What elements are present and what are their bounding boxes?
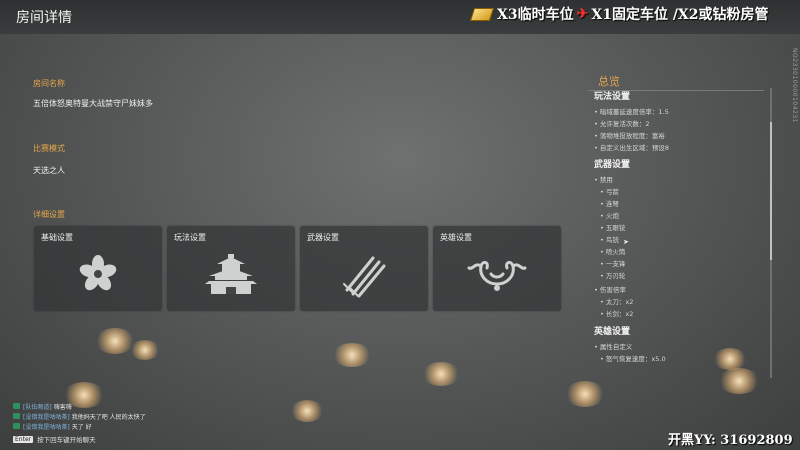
- flower-crest-icon: [79, 255, 117, 291]
- swords-icon: [343, 256, 386, 298]
- card-basic-settings[interactable]: 基础设置: [34, 226, 162, 311]
- play-settings-heading: 玩法设置: [594, 92, 631, 102]
- side-id: NO233010000104231: [791, 48, 798, 123]
- list-item: • 鸟铳: [600, 236, 619, 244]
- lantern-glow: [713, 348, 747, 370]
- lantern-glow: [95, 328, 135, 354]
- lantern-glow: [130, 340, 160, 360]
- weapon-settings-heading: 武器设置: [594, 160, 631, 170]
- gold-bar-icon: [469, 7, 495, 21]
- banner-left-text: X3临时车位: [497, 7, 574, 23]
- chat-badge-icon: [13, 403, 20, 409]
- lantern-glow: [422, 362, 460, 386]
- chat-line: [没错我是咕咕茶] 天了 好: [13, 421, 146, 431]
- chat-input-hint[interactable]: Enter 按下回车键开始聊天: [13, 434, 96, 444]
- list-item: • 万刃轮: [600, 272, 626, 280]
- list-item: • 落物堆投放程度：富裕: [594, 132, 665, 140]
- card-hero-settings[interactable]: 英雄设置: [433, 226, 561, 311]
- lantern-glow: [290, 400, 324, 422]
- chat-badge-icon: [13, 423, 20, 429]
- hero-settings-heading: 英雄设置: [594, 327, 631, 337]
- card-weapon-settings[interactable]: 武器设置: [300, 226, 428, 311]
- card-title: 基础设置: [41, 233, 73, 242]
- chat-log: [队伍频道] 嗨害嗨 [没错我是咕咕茶] 我他妈天了吧 人民的太快了 [没错我是…: [13, 401, 146, 431]
- overview-panel: 总览 玩法设置 • 暗域蔓延速度倍率：1.5 • 允许复活次数：2 • 落物堆投…: [588, 68, 776, 378]
- lantern-glow: [565, 381, 605, 407]
- settings-cards: 基础设置 玩法设置 武器设置 英雄设置: [34, 226, 561, 311]
- enter-key: Enter: [13, 435, 34, 443]
- card-title: 武器设置: [307, 233, 339, 242]
- scrollbar-thumb[interactable]: [770, 122, 772, 260]
- list-item: • 伤害倍率: [594, 286, 626, 294]
- ornament-mask-icon: [467, 260, 527, 291]
- list-item: • 连弩: [600, 200, 619, 208]
- list-item: • 喷火筒: [600, 248, 626, 256]
- mouse-cursor-icon: ➤: [623, 238, 629, 246]
- list-item: • 允许复活次数：2: [594, 120, 650, 128]
- stream-banner: X3临时车位 ✈ X1固定车位 /X2或钻粉房管: [469, 4, 769, 24]
- list-item: • 属性自定义: [594, 343, 633, 351]
- list-item: • 自定义出生区域：预设8: [594, 144, 670, 152]
- lantern-glow: [718, 368, 760, 394]
- room-name-label: 房间名称: [33, 79, 65, 88]
- yy-channel-overlay: 开黑YY: 31692809: [668, 433, 793, 448]
- list-item: • 一支锋: [600, 260, 626, 268]
- chat-line: [没错我是咕咕茶] 我他妈天了吧 人民的太快了: [13, 411, 146, 421]
- card-play-settings[interactable]: 玩法设置: [167, 226, 295, 311]
- room-name-value: 五倍体怒奥特曼大战禁守尸妹妹多: [33, 99, 153, 108]
- chat-line: [队伍频道] 嗨害嗨: [13, 401, 146, 411]
- chat-badge-icon: [13, 413, 20, 419]
- list-item: • 暗域蔓延速度倍率：1.5: [594, 108, 669, 116]
- overview-title: 总览: [598, 75, 620, 88]
- list-item: • 五眼铳: [600, 224, 626, 232]
- list-item: • 禁用: [594, 176, 613, 184]
- list-item: • 火炮: [600, 212, 619, 220]
- airplane-icon: ✈: [576, 6, 589, 22]
- mode-value: 天选之人: [33, 166, 65, 175]
- pagoda-icon: [205, 254, 257, 294]
- enter-hint-text: 按下回车键开始聊天: [37, 436, 96, 444]
- lantern-glow: [332, 343, 372, 367]
- banner-right-text: X1固定车位 /X2或钻粉房管: [591, 7, 769, 23]
- card-title: 英雄设置: [440, 233, 472, 242]
- list-item: • 长剑：x2: [600, 310, 634, 318]
- list-item: • 太刀：x2: [600, 298, 634, 306]
- mode-label: 比赛模式: [33, 144, 65, 153]
- page-title: 房间详情: [16, 10, 72, 26]
- list-item: • 弓箭: [600, 188, 619, 196]
- detail-label: 详细设置: [33, 210, 65, 219]
- list-item: • 怒气恢复速度：x5.0: [600, 355, 666, 363]
- card-title: 玩法设置: [174, 233, 206, 242]
